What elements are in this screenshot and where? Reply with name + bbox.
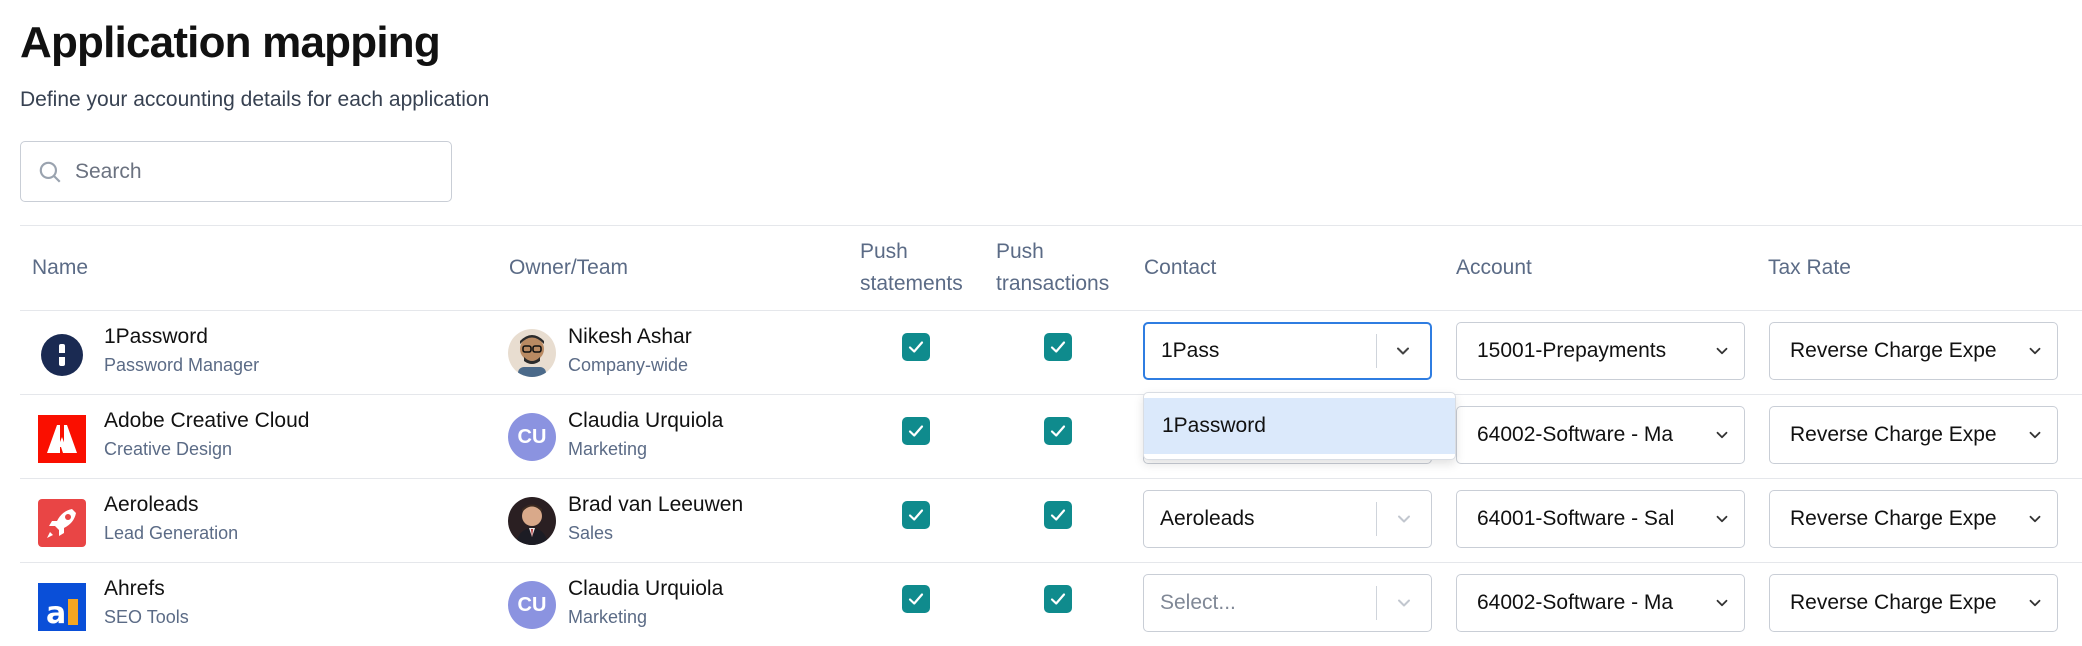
account-select[interactable]: 15001-Prepayments: [1456, 322, 1745, 380]
contact-select[interactable]: Select...: [1143, 574, 1432, 632]
owner-team: Marketing: [568, 607, 648, 627]
page-subtitle: Define your accounting details for each …: [20, 88, 490, 111]
column-header-contact: Contact: [1144, 256, 1217, 279]
contact-select-value[interactable]: 1Pass: [1145, 339, 1376, 363]
search-input[interactable]: [75, 159, 435, 184]
contact-select-value[interactable]: Aeroleads: [1144, 507, 1376, 531]
account-select[interactable]: 64001-Software - Sal: [1456, 490, 1745, 548]
chevron-down-icon[interactable]: [1702, 510, 1742, 528]
column-header-account: Account: [1456, 256, 1532, 279]
push-transactions-checkbox[interactable]: [1044, 417, 1072, 445]
contact-select[interactable]: 1Pass: [1143, 322, 1432, 380]
chevron-down-icon[interactable]: [1377, 593, 1431, 613]
table-top-divider: [20, 225, 2082, 226]
app-name: 1Password: [104, 325, 208, 348]
ahrefs-logo: a: [38, 583, 86, 631]
check-icon: [908, 593, 924, 605]
search-box[interactable]: [20, 141, 452, 202]
column-header-name: Name: [32, 256, 89, 279]
tax-rate-select-value[interactable]: Reverse Charge Expe: [1770, 507, 2015, 531]
check-icon: [908, 509, 924, 521]
account-select[interactable]: 64002-Software - Ma: [1456, 574, 1745, 632]
tax-rate-select[interactable]: Reverse Charge Expe: [1769, 574, 2058, 632]
owner-name: Brad van Leeuwen: [568, 493, 744, 516]
contact-select-placeholder[interactable]: Select...: [1144, 591, 1376, 615]
1password-logo: [38, 331, 86, 379]
table-row: Aeroleads Lead Generation Brad van Leeuw…: [20, 479, 2082, 563]
push-transactions-checkbox[interactable]: [1044, 333, 1072, 361]
push-statements-checkbox[interactable]: [902, 417, 930, 445]
account-select-value[interactable]: 64001-Software - Sal: [1457, 507, 1702, 531]
chevron-down-icon[interactable]: [2015, 426, 2055, 444]
account-select-value[interactable]: 15001-Prepayments: [1457, 339, 1702, 363]
aeroleads-logo: [38, 499, 86, 547]
chevron-down-icon[interactable]: [1702, 342, 1742, 360]
search-icon: [39, 161, 61, 183]
tax-rate-select-value[interactable]: Reverse Charge Expe: [1770, 423, 2015, 447]
tax-rate-select-value[interactable]: Reverse Charge Expe: [1770, 591, 2015, 615]
push-transactions-checkbox[interactable]: [1044, 585, 1072, 613]
chevron-down-icon[interactable]: [1377, 341, 1430, 361]
check-icon: [908, 425, 924, 437]
chevron-down-icon[interactable]: [1702, 594, 1742, 612]
push-statements-checkbox[interactable]: [902, 501, 930, 529]
svg-text:a: a: [46, 596, 66, 631]
column-header-push-transactions-line1: Push: [996, 240, 1044, 263]
column-header-tax-rate: Tax Rate: [1768, 256, 1851, 279]
owner-team: Marketing: [568, 439, 648, 459]
check-icon: [1050, 593, 1066, 605]
table-row: a Ahrefs SEO Tools CU Claudia Urquiola M…: [20, 563, 2082, 646]
owner-team: Sales: [568, 523, 614, 543]
contact-dropdown-menu: 1Password: [1143, 392, 1456, 460]
owner-name: Nikesh Ashar: [568, 325, 692, 348]
account-select-value[interactable]: 64002-Software - Ma: [1457, 591, 1702, 615]
app-category: Lead Generation: [104, 523, 239, 543]
chevron-down-icon[interactable]: [2015, 594, 2055, 612]
account-select[interactable]: 64002-Software - Ma: [1456, 406, 1745, 464]
column-header-push-transactions-line2: transactions: [996, 272, 1110, 295]
app-name: Adobe Creative Cloud: [104, 409, 310, 432]
avatar: [508, 329, 556, 377]
table-row: Adobe Creative Cloud Creative Design CU …: [20, 395, 2082, 479]
chevron-down-icon[interactable]: [2015, 342, 2055, 360]
owner-name: Claudia Urquiola: [568, 577, 724, 600]
avatar: CU: [508, 581, 556, 629]
owner-team: Company-wide: [568, 355, 689, 375]
contact-select[interactable]: Aeroleads: [1143, 490, 1432, 548]
tax-rate-select[interactable]: Reverse Charge Expe: [1769, 322, 2058, 380]
column-header-push-statements: Push statements: [860, 236, 963, 300]
push-statements-checkbox[interactable]: [902, 585, 930, 613]
app-name: Ahrefs: [104, 577, 165, 600]
check-icon: [908, 341, 924, 353]
column-header-push-statements-line2: statements: [860, 272, 963, 295]
chevron-down-icon[interactable]: [1377, 509, 1431, 529]
check-icon: [1050, 341, 1066, 353]
page-title: Application mapping: [20, 18, 441, 67]
push-statements-checkbox[interactable]: [902, 333, 930, 361]
contact-option[interactable]: 1Password: [1144, 398, 1455, 454]
push-transactions-checkbox[interactable]: [1044, 501, 1072, 529]
column-header-owner: Owner/Team: [509, 256, 629, 279]
tax-rate-select[interactable]: Reverse Charge Expe: [1769, 490, 2058, 548]
check-icon: [1050, 509, 1066, 521]
app-category: Password Manager: [104, 355, 260, 375]
chevron-down-icon[interactable]: [1702, 426, 1742, 444]
account-select-value[interactable]: 64002-Software - Ma: [1457, 423, 1702, 447]
tax-rate-select[interactable]: Reverse Charge Expe: [1769, 406, 2058, 464]
chevron-down-icon[interactable]: [2015, 510, 2055, 528]
adobe-logo: [38, 415, 86, 463]
app-category: SEO Tools: [104, 607, 189, 627]
avatar: CU: [508, 413, 556, 461]
column-header-push-transactions: Push transactions: [996, 236, 1109, 300]
column-header-push-statements-line1: Push: [860, 240, 908, 263]
check-icon: [1050, 425, 1066, 437]
table-row: 1Password Password Manager Nikesh Ashar …: [20, 311, 2082, 395]
avatar: [508, 497, 556, 545]
app-name: Aeroleads: [104, 493, 199, 516]
tax-rate-select-value[interactable]: Reverse Charge Expe: [1770, 339, 2015, 363]
owner-name: Claudia Urquiola: [568, 409, 724, 432]
app-category: Creative Design: [104, 439, 233, 459]
